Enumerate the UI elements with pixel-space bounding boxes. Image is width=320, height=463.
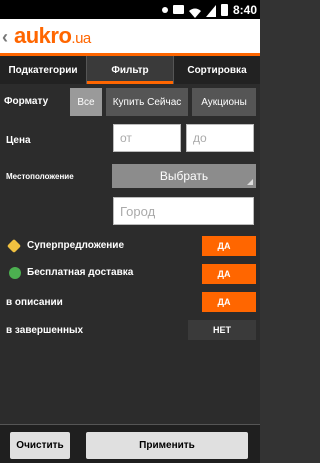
super-offer-toggle[interactable]: ДА <box>192 236 256 256</box>
format-row: Формату Все Купить Сейчас Аукционы <box>0 88 260 116</box>
status-time: 8:40 <box>232 2 257 17</box>
free-delivery-toggle[interactable]: ДА <box>192 264 256 284</box>
filter-panel: Формату Все Купить Сейчас Аукционы Цена … <box>0 84 260 424</box>
notification-icon <box>161 6 168 13</box>
location-label: Местоположение <box>6 172 74 181</box>
status-bar: 8:40 <box>0 0 260 19</box>
clear-button[interactable]: Очистить <box>10 432 70 459</box>
tab-bar: Подкатегории Фильтр Сортировка <box>0 56 260 84</box>
signal-icon <box>205 4 216 17</box>
in-description-label: в описании <box>6 297 63 308</box>
price-from-input[interactable]: от <box>113 124 181 152</box>
in-finished-toggle[interactable]: НЕТ <box>188 320 256 340</box>
city-input[interactable]: Город <box>113 197 254 225</box>
app-bar: ‹ aukro.ua <box>0 19 260 56</box>
super-offer-icon <box>6 238 22 254</box>
tab-sorting[interactable]: Сортировка <box>174 56 260 84</box>
in-description-toggle[interactable]: ДА <box>192 292 256 312</box>
mail-icon <box>172 5 184 14</box>
format-auctions-button[interactable]: Аукционы <box>192 88 256 116</box>
format-label: Формату <box>4 96 49 107</box>
free-delivery-icon <box>9 267 21 279</box>
price-to-input[interactable]: до <box>186 124 254 152</box>
wifi-icon <box>188 5 201 18</box>
in-finished-label: в завершенных <box>6 325 84 336</box>
bottom-action-bar: Очистить Применить <box>0 424 260 463</box>
location-select[interactable]: Выбрать <box>112 164 256 188</box>
tab-filter[interactable]: Фильтр <box>87 56 174 84</box>
apply-button[interactable]: Применить <box>86 432 248 459</box>
aukro-logo[interactable]: aukro.ua <box>14 23 91 49</box>
format-all-button[interactable]: Все <box>70 88 102 116</box>
logo-main: aukro <box>14 23 72 48</box>
location-select-value: Выбрать <box>159 169 209 183</box>
battery-icon <box>220 3 228 16</box>
super-offer-label: Суперпредложение <box>27 240 125 251</box>
back-icon[interactable]: ‹ <box>2 27 8 48</box>
price-label: Цена <box>6 135 31 146</box>
logo-suffix: .ua <box>71 30 91 47</box>
dropdown-icon <box>247 179 253 185</box>
status-icons: 8:40 <box>161 2 257 18</box>
tab-subcategories[interactable]: Подкатегории <box>0 56 87 84</box>
free-delivery-label: Бесплатная доставка <box>27 267 134 278</box>
format-buy-now-button[interactable]: Купить Сейчас <box>106 88 188 116</box>
